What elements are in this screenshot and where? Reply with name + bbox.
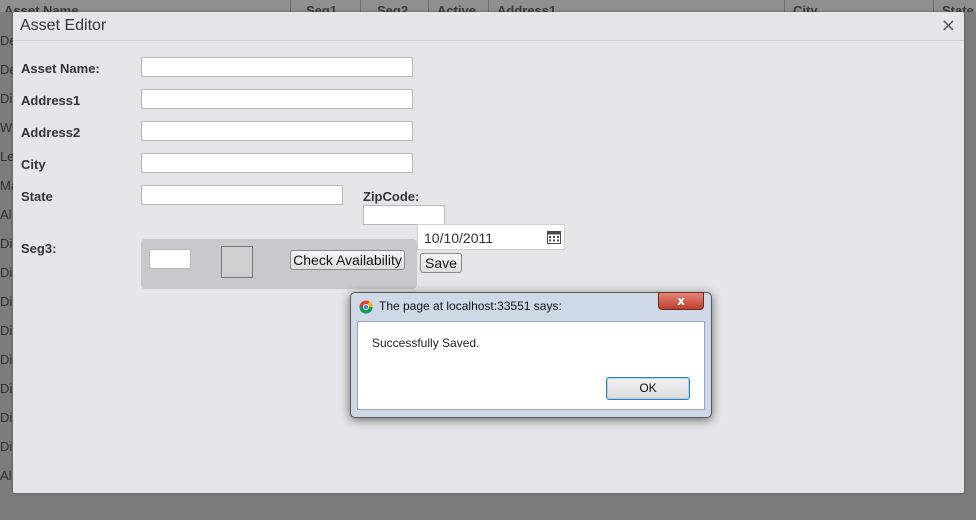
dialog-titlebar: Asset Editor × xyxy=(13,12,964,41)
address1-label: Address1 xyxy=(21,93,81,108)
grid-row-stub: Di xyxy=(0,323,13,338)
grid-row-stub: Di xyxy=(0,352,13,367)
grid-header-active: Active xyxy=(437,3,477,12)
grid-row-stub: Di xyxy=(0,410,13,425)
save-button[interactable]: Save xyxy=(420,253,462,273)
grid-header-address1: Address1 xyxy=(497,3,557,12)
grid-row-stub: Di xyxy=(0,265,13,280)
city-input[interactable] xyxy=(141,153,413,173)
alert-message: Successfully Saved. xyxy=(372,336,480,350)
alert-dialog: x The page at localhost:33551 says: Succ… xyxy=(350,292,712,418)
grid-row-stub: W xyxy=(0,120,13,135)
address2-input[interactable] xyxy=(141,121,413,141)
grid-row-stub: Di xyxy=(0,381,13,396)
grid-row-stub: Al xyxy=(0,468,12,483)
grid-row-stub: Le xyxy=(0,149,14,164)
alert-body: Successfully Saved. OK xyxy=(357,321,705,410)
seg3-label: Seg3: xyxy=(21,241,57,256)
city-label: City xyxy=(21,157,46,172)
grid-header-seg1: Seg1 xyxy=(306,3,338,12)
grid-row-stub: Di xyxy=(0,236,13,251)
grid-header-city: City xyxy=(793,3,818,12)
grid-row-stub: Ma xyxy=(0,178,14,193)
grid-row-stub: Di xyxy=(0,294,13,309)
state-input[interactable] xyxy=(141,185,343,205)
address2-label: Address2 xyxy=(21,125,81,140)
ok-button[interactable]: OK xyxy=(606,377,690,400)
address1-input[interactable] xyxy=(141,89,413,109)
alert-close-button[interactable]: x xyxy=(658,292,704,310)
grid-header-state: State xyxy=(942,3,974,12)
state-label: State xyxy=(21,189,53,204)
asset-name-input[interactable] xyxy=(141,57,413,77)
close-icon[interactable]: × xyxy=(941,15,956,36)
seg3-panel: Check Availability xyxy=(141,239,417,289)
dialog-title: Asset Editor xyxy=(20,17,107,34)
date-picker[interactable]: 10/10/2011 xyxy=(417,224,565,250)
asset-editor-dialog: Asset Editor × Asset Name: Address1 Addr… xyxy=(13,12,964,493)
zipcode-input[interactable] xyxy=(363,205,445,225)
alert-title: The page at localhost:33551 says: xyxy=(379,299,562,313)
zipcode-label: ZipCode: xyxy=(363,189,420,204)
chrome-icon xyxy=(359,300,373,314)
grid-row-stub: De xyxy=(0,62,14,77)
availability-indicator xyxy=(221,246,253,278)
asset-name-label: Asset Name: xyxy=(21,61,100,76)
grid-row-stub: Di xyxy=(0,91,13,106)
grid-header-asset-name: Asset Name xyxy=(4,3,79,12)
grid-row-stub: De xyxy=(0,33,14,48)
grid-header: Asset Name Seg1 Seg2 Active Address1 Cit… xyxy=(0,0,976,12)
grid-header-seg2: Seg2 xyxy=(377,3,409,12)
grid-row-stub: Di xyxy=(0,439,13,454)
check-availability-button[interactable]: Check Availability xyxy=(290,250,405,270)
grid-row-stub: Al xyxy=(0,207,12,222)
seg3-input[interactable] xyxy=(149,249,191,269)
calendar-icon[interactable] xyxy=(547,230,561,244)
date-value: 10/10/2011 xyxy=(424,230,494,246)
